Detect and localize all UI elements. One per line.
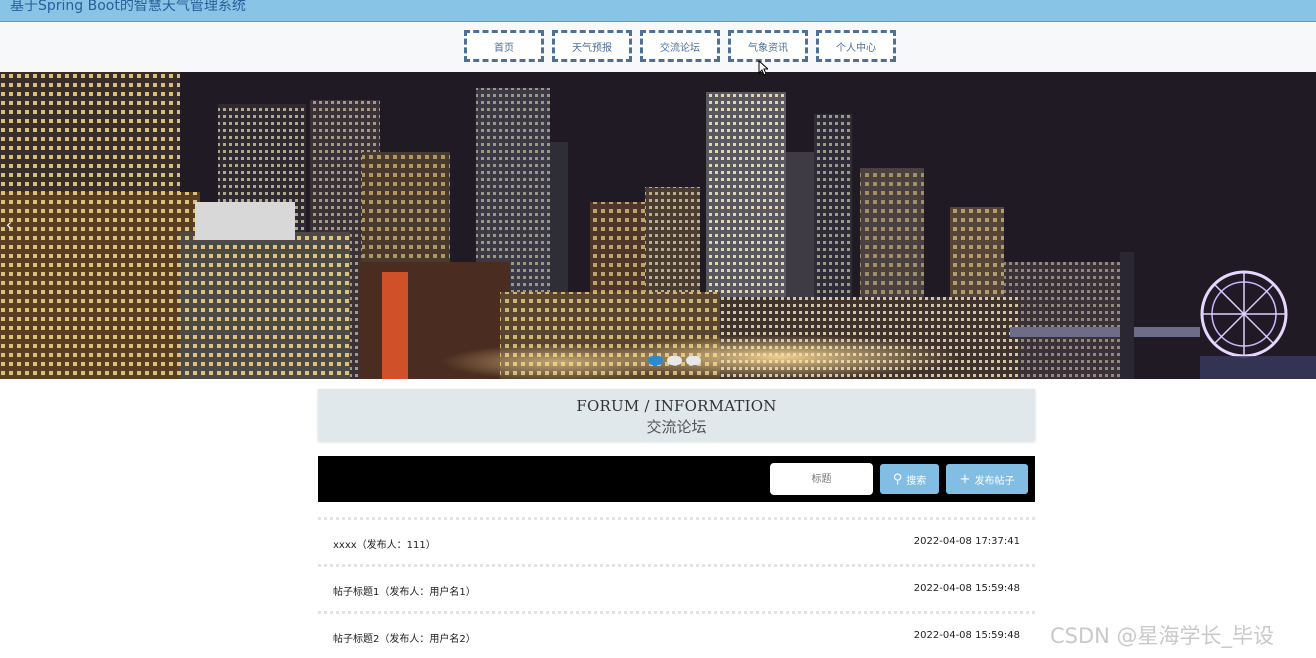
nav-item-home[interactable]: 首页 [464, 30, 544, 62]
magnifier-icon: ⚲ [892, 471, 903, 487]
carousel-dot-3[interactable] [686, 356, 701, 365]
add-post-button[interactable]: + 发布帖子 [946, 464, 1028, 494]
post-list: xxxx（发布人：111） 2022-04-08 17:37:41 帖子标题1（… [318, 517, 1035, 658]
main-nav: 首页 天气预报 交流论坛 气象资讯 个人中心 [0, 22, 1316, 72]
nav-item-news[interactable]: 气象资讯 [728, 30, 808, 62]
section-title: FORUM / INFORMATION 交流论坛 [318, 389, 1035, 441]
app-header: 基于Spring Boot的智慧天气管理系统 [0, 0, 1316, 22]
carousel-dot-2[interactable] [667, 356, 682, 365]
post-time: 2022-04-08 15:59:48 [913, 630, 1020, 641]
carousel-indicators [648, 356, 701, 365]
chevron-left-icon: ‹ [5, 215, 13, 234]
title-search-input[interactable] [770, 463, 873, 495]
banner-prev-button[interactable]: ‹ [2, 215, 16, 235]
carousel-dot-1[interactable] [648, 356, 663, 365]
nav-list: 首页 天气预报 交流论坛 气象资讯 个人中心 [464, 30, 896, 62]
search-button[interactable]: ⚲ 搜索 [880, 464, 939, 494]
app-title: 基于Spring Boot的智慧天气管理系统 [10, 0, 246, 14]
nav-item-forecast[interactable]: 天气预报 [552, 30, 632, 62]
post-title: 帖子标题1（发布人：用户名1） [333, 587, 476, 598]
post-list-item[interactable]: 帖子标题2（发布人：用户名2） 2022-04-08 15:59:48 [318, 611, 1035, 658]
post-list-item[interactable]: 帖子标题1（发布人：用户名1） 2022-04-08 15:59:48 [318, 564, 1035, 611]
section-title-en: FORUM / INFORMATION [576, 397, 777, 415]
add-post-button-label: 发布帖子 [974, 475, 1015, 487]
post-title: 帖子标题2（发布人：用户名2） [333, 634, 476, 645]
banner-carousel[interactable]: ‹ [0, 72, 1316, 379]
post-time: 2022-04-08 17:37:41 [913, 536, 1020, 547]
city-night-image [0, 72, 1316, 379]
mouse-cursor-icon [758, 60, 768, 76]
search-button-label: 搜索 [906, 475, 927, 487]
plus-icon: + [959, 471, 971, 487]
post-list-item[interactable]: xxxx（发布人：111） 2022-04-08 17:37:41 [318, 517, 1035, 564]
nav-item-forum[interactable]: 交流论坛 [640, 30, 720, 62]
section-title-cn: 交流论坛 [646, 418, 707, 436]
nav-item-profile[interactable]: 个人中心 [816, 30, 896, 62]
watermark: CSDN @星海学长_毕设 [1050, 624, 1275, 648]
search-toolbar: ⚲ 搜索 + 发布帖子 [318, 456, 1035, 502]
post-title: xxxx（发布人：111） [333, 540, 436, 551]
post-time: 2022-04-08 15:59:48 [913, 583, 1020, 594]
